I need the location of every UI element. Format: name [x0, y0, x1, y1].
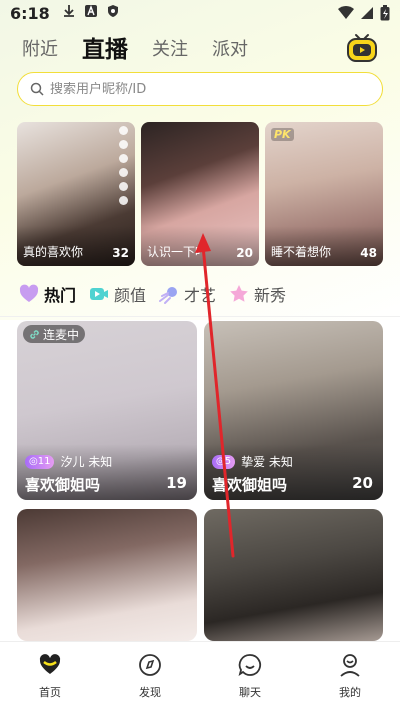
tab-following[interactable]: 关注 [152, 34, 188, 66]
heart-icon [18, 283, 40, 305]
search-icon [30, 82, 44, 96]
host-name: 汐儿 未知 [60, 455, 113, 469]
bottom-nav: 首页 发现 聊天 我的 [0, 641, 400, 711]
category-talent[interactable]: 才艺 [158, 282, 216, 306]
app-a-icon [84, 4, 98, 22]
battery-icon [380, 5, 390, 21]
search-bar[interactable] [17, 72, 383, 106]
viewer-count: 48 [360, 246, 377, 260]
viewer-count: 32 [112, 246, 129, 260]
comet-icon [158, 283, 180, 305]
host-info: ◎ 5 挚爱 未知 [212, 453, 293, 470]
co-host-badge: 连麦中 [23, 325, 86, 343]
nav-discover[interactable]: 发现 [100, 642, 200, 711]
tab-nearby[interactable]: 附近 [22, 34, 58, 66]
level-badge: ◎ 5 [212, 454, 236, 469]
wifi-icon [338, 6, 354, 19]
nav-chat[interactable]: 聊天 [200, 642, 300, 711]
star-icon [228, 283, 250, 305]
level-badge: ◎ 11 [25, 454, 55, 469]
side-icons [119, 126, 131, 205]
room-card[interactable] [17, 509, 197, 641]
tab-party[interactable]: 派对 [212, 34, 248, 66]
tab-live[interactable]: 直播 [82, 34, 128, 66]
room-title: 喜欢御姐吗 [212, 476, 288, 494]
download-icon [62, 4, 76, 22]
category-looks[interactable]: 颜值 [88, 282, 146, 306]
category-tabs: 热门 颜值 才艺 新秀 [18, 280, 286, 308]
room-card[interactable]: 连麦中 ◎ 11 汐儿 未知 喜欢御姐吗 19 [17, 321, 197, 500]
top-tab-bar: 附近 直播 关注 派对 [22, 30, 248, 66]
featured-room-card[interactable]: 认识一下吖 20 [141, 122, 259, 266]
link-icon [30, 329, 39, 339]
category-hot[interactable]: 热门 [18, 282, 77, 308]
live-tv-icon[interactable] [346, 32, 378, 64]
profile-icon [340, 654, 360, 677]
shield-icon [106, 4, 120, 22]
nav-me[interactable]: 我的 [300, 642, 400, 711]
viewer-count: 19 [166, 474, 187, 492]
signal-icon [361, 7, 373, 19]
category-newcomer[interactable]: 新秀 [228, 282, 286, 306]
pk-badge: PK [271, 128, 294, 141]
nav-home[interactable]: 首页 [0, 642, 100, 711]
video-icon [88, 283, 110, 305]
home-heart-icon [39, 654, 61, 674]
viewer-count: 20 [352, 474, 373, 492]
room-caption: 睡不着想你 [271, 245, 332, 259]
featured-room-card[interactable]: PK 睡不着想你 48 [265, 122, 383, 266]
room-title: 喜欢御姐吗 [25, 476, 101, 494]
divider [0, 316, 400, 317]
room-card[interactable] [204, 509, 383, 641]
viewer-count: 20 [236, 246, 253, 260]
room-caption: 认识一下吖 [147, 245, 208, 259]
search-input[interactable] [50, 81, 350, 97]
room-caption: 真的喜欢你 [23, 245, 84, 259]
host-name: 挚爱 未知 [241, 455, 293, 469]
status-time: 6:18 [10, 3, 50, 23]
chat-icon [238, 654, 262, 677]
featured-room-card[interactable]: 真的喜欢你 32 [17, 122, 135, 266]
host-info: ◎ 11 汐儿 未知 [25, 453, 112, 470]
compass-icon [139, 654, 161, 676]
room-card[interactable]: ◎ 5 挚爱 未知 喜欢御姐吗 20 [204, 321, 383, 500]
status-bar: 6:18 [0, 0, 400, 26]
